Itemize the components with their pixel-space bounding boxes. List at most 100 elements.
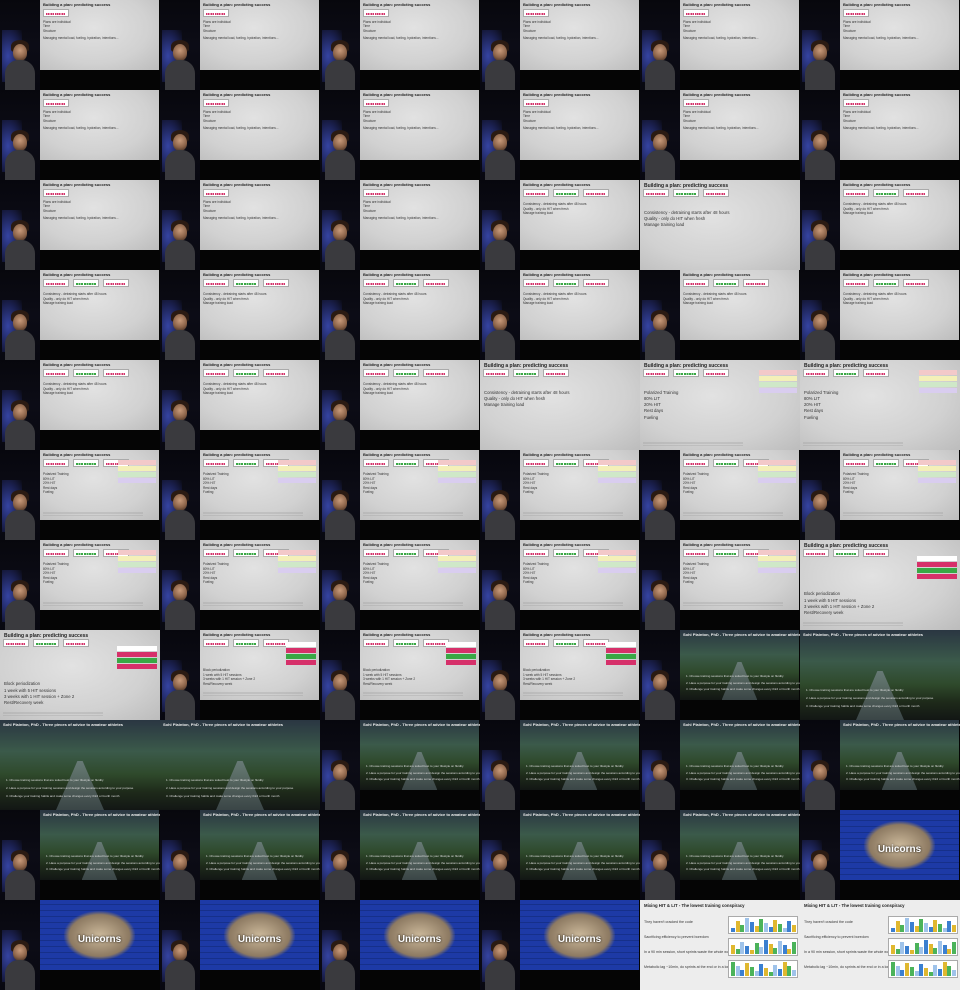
video-frame: Building a plan: predicting success Polar… xyxy=(640,540,800,630)
forest-line: 3. Challenge your training habits and ma… xyxy=(686,867,800,871)
plan-chip-bar xyxy=(686,282,706,285)
slide-line: Structure xyxy=(683,28,696,33)
plan-chip xyxy=(843,99,869,107)
video-frame: Building a plan: predicting success Polar… xyxy=(320,540,480,630)
forest-line: 1. Choose training sessions that are sui… xyxy=(686,854,784,858)
slide-title: Building a plan: predicting success xyxy=(523,632,591,637)
zone-table-row xyxy=(598,460,636,465)
slide-line: Rest days xyxy=(203,485,218,490)
plan-chip-bar xyxy=(426,372,446,375)
speaker-inset xyxy=(800,720,840,810)
slide-line: 80% LIT xyxy=(644,395,661,401)
plan-chip xyxy=(203,189,229,197)
plan-chip-bar xyxy=(836,372,856,375)
speaker-inset xyxy=(160,0,200,90)
plan-chip-bar xyxy=(686,12,706,15)
forest-slide: Sohl Plainton, PhD - Three pieces of adv… xyxy=(680,810,800,880)
plan-chip-bar xyxy=(366,462,386,465)
slide: Building a plan: predicting success Plans… xyxy=(360,90,479,160)
slide-line: Polarized Training xyxy=(363,472,389,476)
plan-chip xyxy=(363,549,389,557)
speaker-body xyxy=(485,870,515,900)
slide-title: Building a plan: predicting success xyxy=(843,2,911,7)
speaker-inset xyxy=(0,810,40,900)
forest-title: Sohl Plainton, PhD - Three pieces of adv… xyxy=(523,722,640,727)
block-table-row xyxy=(446,654,476,659)
plan-chip-bar xyxy=(206,552,226,555)
forest-line: 1. Choose training sessions that are sui… xyxy=(526,854,624,858)
slide-line: Consistency - detraining starts after 48… xyxy=(363,382,427,386)
forest-slide: Sohl Plainton, PhD - Three pieces of adv… xyxy=(520,810,640,880)
power-bar xyxy=(740,925,745,932)
plan-chip-bar xyxy=(706,192,726,195)
plan-chip-bar xyxy=(366,282,386,285)
zone-table-row xyxy=(759,388,797,393)
plan-chip-bar xyxy=(206,372,226,375)
forest-title: Sohl Plainton, PhD - Three pieces of adv… xyxy=(203,812,320,817)
video-frame: Building a plan: predicting success Plans… xyxy=(0,180,160,270)
plan-chip xyxy=(553,189,579,197)
zone-table-row xyxy=(278,472,316,477)
slide: Building a plan: predicting success Consi… xyxy=(520,180,639,250)
power-bar xyxy=(787,966,792,976)
slide-title: Building a plan: predicting success xyxy=(523,182,591,187)
fine-print xyxy=(203,692,303,696)
speaker-head xyxy=(173,674,187,691)
video-frame: Building a plan: predicting success Block… xyxy=(800,540,960,630)
plan-chip-bar xyxy=(206,282,226,285)
slide-line: Rest/Recovery week xyxy=(804,609,844,615)
plan-chip xyxy=(583,279,609,287)
fine-print xyxy=(523,602,623,606)
zone-table-row xyxy=(118,562,156,567)
speaker-body xyxy=(485,510,515,540)
video-frame: Building a plan: predicting success Polar… xyxy=(160,540,320,630)
speaker-inset xyxy=(640,720,680,810)
speaker-inset xyxy=(480,720,520,810)
plan-chip-bar xyxy=(846,462,866,465)
plan-chip xyxy=(713,549,739,557)
plan-chip xyxy=(393,639,419,647)
plan-chip xyxy=(523,639,549,647)
fine-print xyxy=(203,602,303,606)
unicorns-label: Unicorns xyxy=(77,933,122,945)
plan-chip-bar xyxy=(396,462,416,465)
plan-chip-bar xyxy=(526,642,546,645)
plan-chip-bar xyxy=(426,282,446,285)
mixing-title: Mixing HIT & LIT - The lowest training c… xyxy=(804,903,905,908)
power-bar xyxy=(919,919,924,932)
plan-chip xyxy=(903,189,929,197)
speaker-inset xyxy=(320,720,360,810)
slide-line: Manage training load xyxy=(203,391,233,396)
slide: Building a plan: predicting success Polar… xyxy=(40,450,159,520)
power-bar xyxy=(735,949,740,954)
power-bar xyxy=(942,962,947,976)
speaker-head xyxy=(493,674,507,691)
slide-title: Building a plan: predicting success xyxy=(363,182,431,187)
plan-chip xyxy=(843,459,869,467)
speaker-body xyxy=(5,600,35,630)
power-bar xyxy=(782,962,787,976)
slide-title: Building a plan: predicting success xyxy=(203,92,271,97)
power-chart xyxy=(888,960,958,978)
forest-line: 3. Challenge your training habits and ma… xyxy=(366,777,480,781)
plan-chip-bar xyxy=(206,462,226,465)
slide-title: Building a plan: predicting success xyxy=(523,452,591,457)
unicorns-label: Unicorns xyxy=(397,933,442,945)
slide: Building a plan: predicting success Plans… xyxy=(520,0,639,70)
power-bar xyxy=(942,945,947,954)
plan-chip xyxy=(233,459,259,467)
speaker-inset xyxy=(320,360,360,450)
zone-table-row xyxy=(918,466,956,471)
slide-line: Rest days xyxy=(804,408,824,414)
plan-chip xyxy=(43,459,69,467)
forest-line: 1. Choose training sessions that are sui… xyxy=(526,764,624,768)
slide-line: Block periodization xyxy=(523,668,550,672)
slide-line: Structure xyxy=(523,28,536,33)
slide-line: Quality - only do HIT when fresh xyxy=(843,296,889,301)
slide: Building a plan: predicting success Plans… xyxy=(200,0,319,70)
slide-title: Building a plan: predicting success xyxy=(363,272,431,277)
slide-title: Building a plan: predicting success xyxy=(203,452,271,457)
forest-line: 1. Choose training sessions that are sui… xyxy=(166,778,264,782)
slide-line: Managing mental load, fueling, hydration… xyxy=(203,36,279,40)
power-chart xyxy=(728,916,798,934)
